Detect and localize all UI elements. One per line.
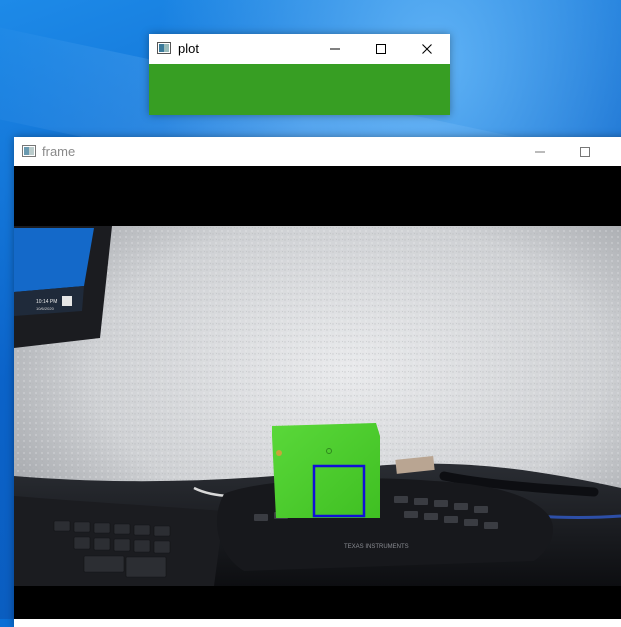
calculator: TEXAS INSTRUMENTS xyxy=(216,478,554,571)
minimize-button[interactable] xyxy=(517,137,563,166)
keyboard xyxy=(14,496,224,586)
monitor: 10:14 PM 10/6/2020 xyxy=(14,226,112,348)
minimize-button[interactable] xyxy=(312,34,358,63)
app-icon xyxy=(22,144,36,158)
plot-titlebar[interactable]: plot xyxy=(149,34,450,63)
monitor-clock-time: 10:14 PM xyxy=(36,299,57,305)
camera-frame-canvas: 10:14 PM 10/6/2020 TEXAS INSTRUMENTS xyxy=(14,166,621,619)
notification-icon xyxy=(62,296,72,306)
monitor-clock-date: 10/6/2020 xyxy=(36,306,55,311)
frame-titlebar[interactable]: frame xyxy=(14,137,621,166)
plot-color-swatch xyxy=(149,64,450,115)
frame-window-title: frame xyxy=(42,144,76,159)
calculator-brand: TEXAS INSTRUMENTS xyxy=(344,544,409,550)
close-button[interactable] xyxy=(404,34,450,63)
block-marking xyxy=(276,450,282,456)
frame-window[interactable]: frame 10:14 PM 10/6/2020 TEXAS INSTRUMEN… xyxy=(14,137,621,627)
maximize-button[interactable] xyxy=(562,137,608,166)
plot-window-title: plot xyxy=(178,41,199,56)
plot-window[interactable]: plot xyxy=(149,34,450,115)
camera-image: 10:14 PM 10/6/2020 TEXAS INSTRUMENTS xyxy=(14,226,621,586)
app-icon xyxy=(157,41,171,55)
maximize-button[interactable] xyxy=(358,34,404,63)
